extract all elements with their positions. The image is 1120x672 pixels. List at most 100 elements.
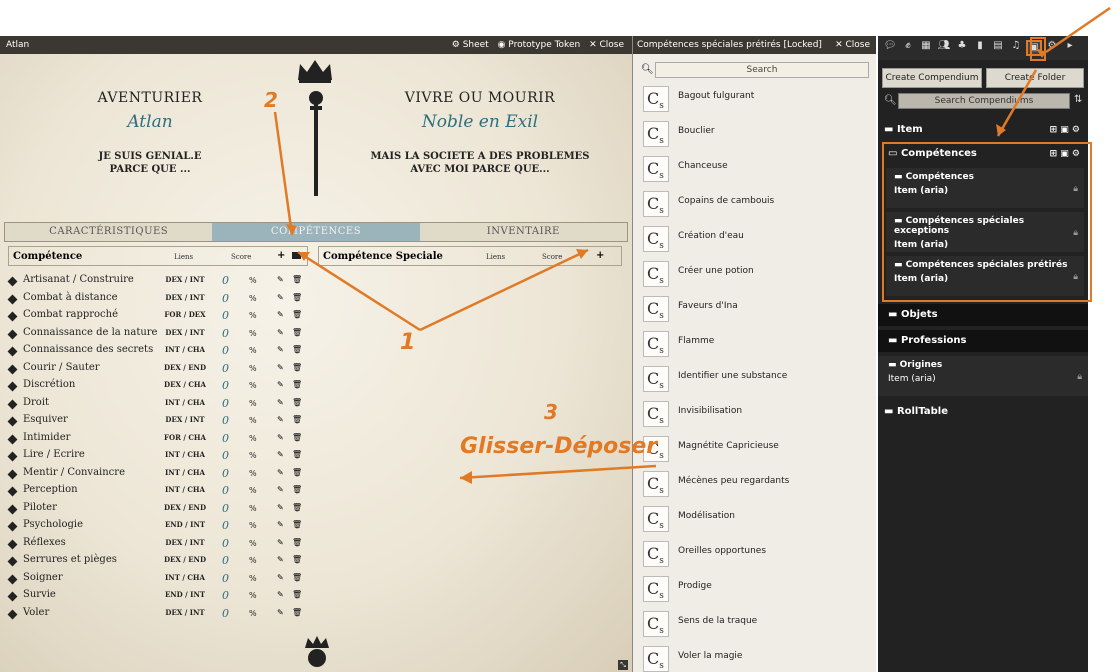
character-name[interactable]: Atlan [50, 112, 250, 132]
delete-icon[interactable]: 🗑︎ [292, 275, 302, 284]
skill-score-value[interactable]: 0 [222, 449, 229, 462]
delete-icon[interactable]: 🗑︎ [292, 468, 302, 477]
skill-name[interactable]: Lire / Ecrire [23, 449, 85, 460]
delete-icon[interactable]: 🗑︎ [292, 433, 302, 442]
origin-name[interactable]: Noble en Exil [380, 112, 580, 132]
combat-icon[interactable]: ✊︎ [900, 40, 916, 56]
skill-score-value[interactable]: 0 [222, 502, 229, 515]
compendium-entry[interactable]: Cs Bouclier [639, 117, 873, 151]
delete-icon[interactable]: 🗑︎ [292, 328, 302, 337]
skill-name[interactable]: Intimider [23, 432, 70, 443]
delete-icon[interactable]: 🗑︎ [292, 590, 302, 599]
skill-name[interactable]: Mentir / Convaincre [23, 467, 125, 478]
skill-score-value[interactable]: 0 [222, 554, 229, 567]
roll-dice-icon[interactable] [7, 276, 18, 287]
edit-icon[interactable]: ✎ [277, 380, 284, 389]
roll-dice-icon[interactable] [7, 469, 18, 479]
compendium-entry[interactable]: Cs Invisibilisation [639, 397, 873, 431]
add-special-skill-button[interactable]: + [596, 250, 604, 261]
roll-dice-icon[interactable] [7, 399, 18, 409]
roll-dice-icon[interactable] [7, 434, 18, 444]
edit-icon[interactable]: ✎ [277, 538, 284, 547]
roll-dice-icon[interactable] [7, 329, 18, 339]
roll-dice-icon[interactable] [7, 416, 18, 427]
skill-name[interactable]: Esquiver [23, 414, 68, 425]
edit-icon[interactable]: ✎ [277, 433, 284, 442]
roll-dice-icon[interactable] [7, 521, 18, 532]
skill-name[interactable]: Psychologie [23, 519, 83, 530]
skill-score-value[interactable]: 0 [222, 379, 229, 392]
roll-dice-icon[interactable] [7, 364, 18, 374]
edit-icon[interactable]: ✎ [277, 293, 284, 302]
collapse-chevron-icon[interactable]: ▸ [1062, 40, 1078, 56]
skill-name[interactable]: Discrétion [23, 379, 75, 390]
skill-name[interactable]: Soigner [23, 572, 63, 583]
compendium-entry[interactable]: Cs Création d'eau [639, 222, 873, 256]
compendium-entry[interactable]: Cs Copains de cambouis [639, 187, 873, 221]
skill-name[interactable]: Voler [23, 607, 49, 618]
delete-icon[interactable]: 🗑︎ [292, 520, 302, 529]
roll-dice-icon[interactable] [7, 311, 18, 322]
close-sheet-button[interactable]: ✕ Close [589, 40, 624, 50]
folder-controls-icon[interactable]: ⊞ ▣ ⚙ [1050, 120, 1080, 140]
folder-icon[interactable] [292, 252, 301, 259]
skill-score-value[interactable]: 0 [222, 344, 229, 357]
compendium-entry[interactable]: Cs Magnétite Capricieuse [639, 432, 873, 466]
skill-name[interactable]: Artisanat / Construire [23, 274, 134, 285]
compendium-search-input[interactable]: Search [655, 62, 869, 78]
edit-icon[interactable]: ✎ [277, 573, 284, 582]
playlists-icon[interactable]: ♫ [1008, 40, 1024, 56]
delete-icon[interactable]: 🗑︎ [292, 310, 302, 319]
skill-name[interactable]: Combat à distance [23, 292, 118, 303]
skill-score-value[interactable]: 0 [222, 274, 229, 287]
skill-score-value[interactable]: 0 [222, 292, 229, 305]
skill-name[interactable]: Connaissance de la nature [23, 327, 157, 338]
tab-inventaire[interactable]: INVENTAIRE [419, 223, 627, 241]
edit-icon[interactable]: ✎ [277, 468, 284, 477]
edit-icon[interactable]: ✎ [277, 275, 284, 284]
skill-name[interactable]: Perception [23, 484, 78, 495]
compendium-entry[interactable]: Cs Identifier une substance [639, 362, 873, 396]
delete-icon[interactable]: 🗑︎ [292, 450, 302, 459]
roll-dice-icon[interactable] [7, 504, 18, 514]
edit-icon[interactable]: ✎ [277, 608, 284, 617]
edit-icon[interactable]: ✎ [277, 345, 284, 354]
compendium-entry[interactable]: Cs Mécènes peu regardants [639, 467, 873, 501]
compendium-entry[interactable]: Cs Faveurs d'Ina [639, 292, 873, 326]
skill-score-value[interactable]: 0 [222, 572, 229, 585]
edit-icon[interactable]: ✎ [277, 415, 284, 424]
folder-rolltable[interactable]: ▬ RollTable [878, 402, 1088, 422]
skill-score-value[interactable]: 0 [222, 432, 229, 445]
compendium-search-field[interactable]: Search Compendiums [898, 93, 1070, 109]
skill-name[interactable]: Réflexes [23, 537, 66, 548]
skill-score-value[interactable]: 0 [222, 519, 229, 532]
skill-name[interactable]: Piloter [23, 502, 57, 513]
sort-icon[interactable]: ⇅ [1074, 94, 1082, 105]
edit-icon[interactable]: ✎ [277, 485, 284, 494]
delete-icon[interactable]: 🗑︎ [292, 485, 302, 494]
journal-icon[interactable]: ▮ [972, 40, 988, 56]
compendium-entry[interactable]: Cs Oreilles opportunes [639, 537, 873, 571]
items-icon[interactable]: ♣ [954, 40, 970, 56]
edit-icon[interactable]: ✎ [277, 310, 284, 319]
create-compendium-button[interactable]: Create Compendium [882, 68, 982, 88]
pack-origines[interactable]: ▬ Origines Item (aria) 🔒︎ [878, 356, 1088, 396]
skill-score-value[interactable]: 0 [222, 309, 229, 322]
edit-icon[interactable]: ✎ [277, 450, 284, 459]
roll-dice-icon[interactable] [7, 574, 18, 584]
skill-name[interactable]: Survie [23, 589, 56, 600]
skill-score-value[interactable]: 0 [222, 467, 229, 480]
add-skill-button[interactable]: + [277, 250, 285, 261]
folder-item[interactable]: ▬ Item ⊞ ▣ ⚙ [878, 120, 1088, 140]
settings-icon[interactable]: ⚙ [1044, 40, 1060, 56]
edit-icon[interactable]: ✎ [277, 555, 284, 564]
edit-icon[interactable]: ✎ [277, 503, 284, 512]
roll-dice-icon[interactable] [7, 486, 18, 497]
skill-name[interactable]: Serrures et pièges [23, 554, 117, 565]
delete-icon[interactable]: 🗑︎ [292, 503, 302, 512]
skill-score-value[interactable]: 0 [222, 414, 229, 427]
delete-icon[interactable]: 🗑︎ [292, 293, 302, 302]
edit-icon[interactable]: ✎ [277, 363, 284, 372]
compendium-entry[interactable]: Cs Flamme [639, 327, 873, 361]
folder-professions[interactable]: ▬ Professions [878, 330, 1088, 352]
